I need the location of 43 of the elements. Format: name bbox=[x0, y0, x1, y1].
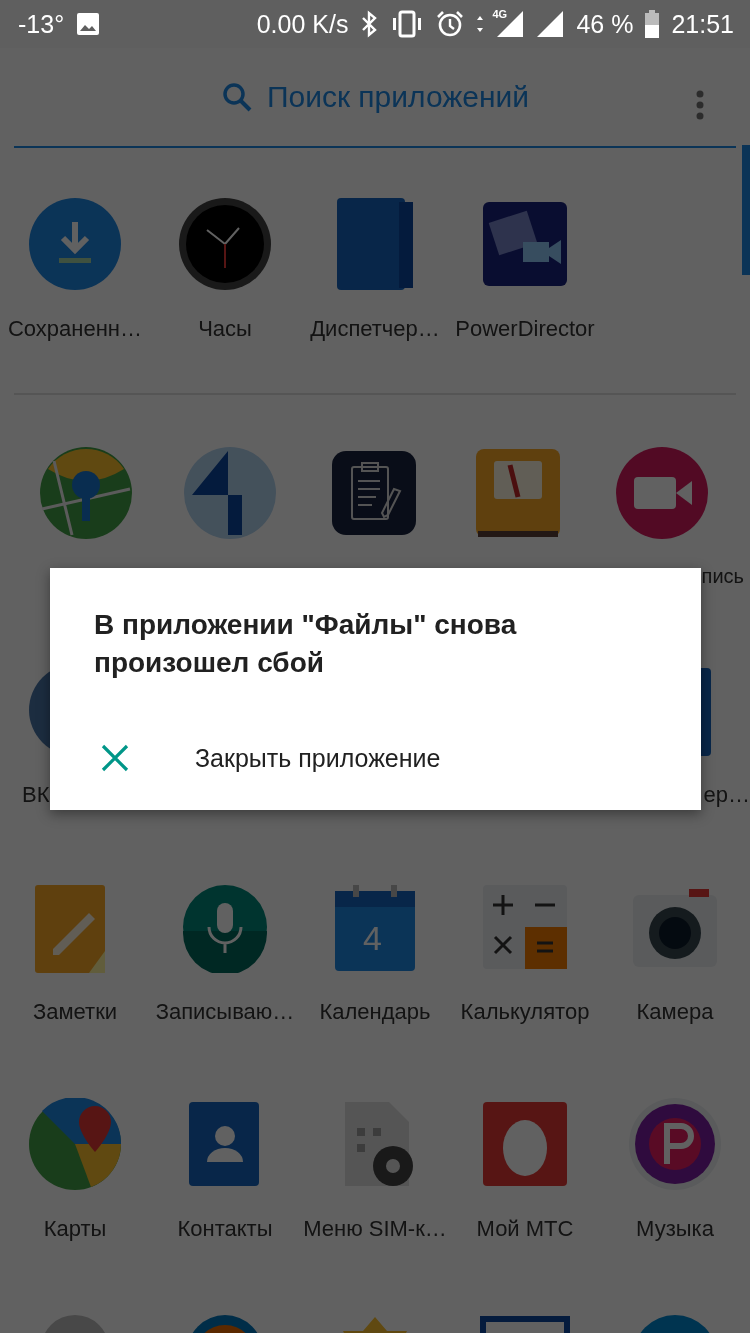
app-label[interactable]: Часы bbox=[198, 316, 252, 342]
battery-icon bbox=[645, 10, 660, 38]
app-label[interactable]: пись bbox=[701, 565, 744, 588]
network-type: 4G bbox=[492, 8, 508, 20]
close-app-button[interactable]: Закрыть приложение bbox=[50, 718, 701, 798]
network-speed: 0.00 K/s bbox=[256, 9, 349, 39]
app-label[interactable]: ВК bbox=[22, 782, 50, 808]
clock-time: 21:51 bbox=[671, 9, 734, 39]
app-label[interactable]: Меню SIM-к… bbox=[303, 1216, 447, 1242]
app-label[interactable]: Карты bbox=[43, 1216, 107, 1242]
image-icon bbox=[76, 12, 101, 36]
map-icon[interactable] bbox=[40, 447, 132, 539]
clock-icon[interactable] bbox=[179, 198, 271, 290]
app-label[interactable]: Заметки bbox=[32, 999, 118, 1025]
data-arrows-icon bbox=[476, 14, 485, 34]
app-label[interactable]: Сохраненн… bbox=[8, 316, 142, 342]
video-camera-icon[interactable] bbox=[616, 447, 708, 539]
music-icon[interactable] bbox=[629, 1098, 721, 1190]
download-icon[interactable] bbox=[29, 198, 121, 290]
battery-percent: 46 % bbox=[576, 9, 634, 39]
bluetooth-icon bbox=[360, 10, 379, 38]
app-label[interactable]: Мой МТС bbox=[476, 1216, 574, 1242]
temperature: -13° bbox=[18, 9, 65, 39]
app-label[interactable]: PowerDirector bbox=[455, 316, 595, 342]
app-label[interactable]: Календарь bbox=[319, 999, 431, 1025]
alarm-icon bbox=[436, 10, 465, 38]
app-label[interactable]: ер… bbox=[703, 782, 750, 808]
search-field[interactable]: Поиск приложений bbox=[14, 48, 736, 148]
app-label[interactable]: Камера bbox=[636, 999, 714, 1025]
app-label[interactable]: Записываю… bbox=[155, 999, 295, 1025]
map-pin-icon[interactable] bbox=[29, 1098, 121, 1190]
number-icon[interactable] bbox=[184, 447, 276, 539]
search-icon bbox=[220, 81, 253, 113]
signal-icon bbox=[536, 10, 565, 38]
scroll-bar[interactable] bbox=[742, 145, 750, 275]
app-label[interactable]: Калькулятор bbox=[460, 999, 590, 1025]
app-label[interactable]: Контакты bbox=[177, 1216, 273, 1242]
app-label[interactable]: Диспетчер… bbox=[310, 316, 440, 342]
app-label[interactable]: Музыка bbox=[636, 1216, 714, 1242]
dialog-title: В приложении "Файлы" снова произошел сбой bbox=[94, 608, 518, 680]
close-icon bbox=[101, 744, 129, 772]
more-menu-icon[interactable] bbox=[696, 90, 704, 120]
calendar-day: 4 bbox=[363, 921, 382, 955]
